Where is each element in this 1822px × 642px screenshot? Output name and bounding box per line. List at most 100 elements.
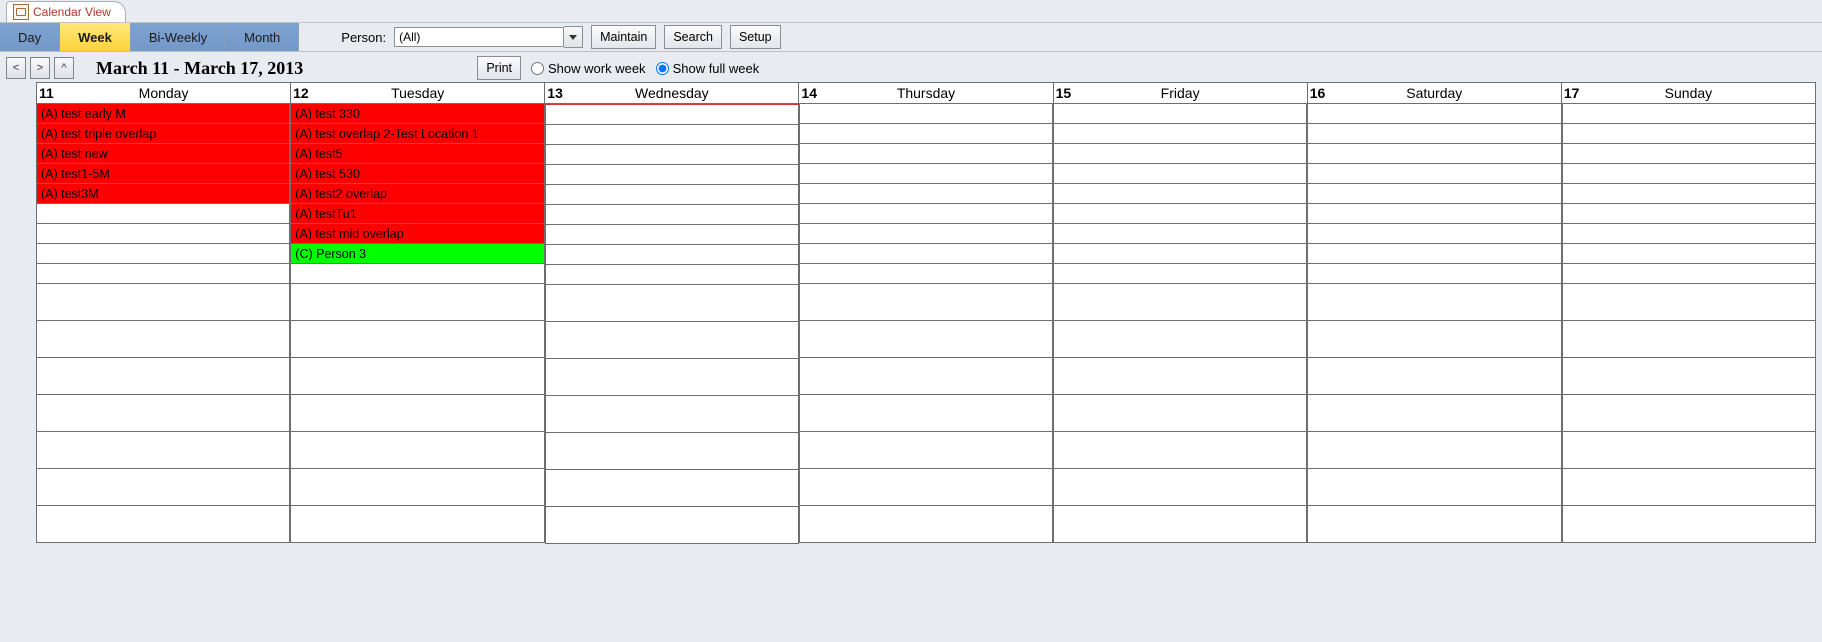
up-button[interactable]: ^ <box>54 57 74 79</box>
calendar-cell[interactable] <box>36 204 290 224</box>
view-month-button[interactable]: Month <box>226 23 299 51</box>
event-item[interactable]: (A) test3M <box>36 184 290 204</box>
calendar-cell[interactable] <box>545 205 799 225</box>
event-item[interactable]: (A) test 330 <box>290 104 544 124</box>
event-item[interactable]: (A) test overlap 2-Test Location 1 <box>290 124 544 144</box>
calendar-cell[interactable] <box>1562 506 1816 543</box>
calendar-cell[interactable] <box>36 469 290 506</box>
calendar-cell[interactable] <box>1562 395 1816 432</box>
calendar-cell[interactable] <box>545 507 799 544</box>
calendar-cell[interactable] <box>545 433 799 470</box>
calendar-cell[interactable] <box>545 125 799 145</box>
radio-full-week[interactable]: Show full week <box>656 61 760 76</box>
person-select-dropdown-button[interactable] <box>564 26 583 48</box>
calendar-cell[interactable] <box>545 396 799 433</box>
calendar-cell[interactable] <box>1053 224 1307 244</box>
tab-calendar-view[interactable]: Calendar View <box>6 1 126 22</box>
view-week-button[interactable]: Week <box>60 23 131 51</box>
calendar-cell[interactable] <box>1307 204 1561 224</box>
calendar-cell[interactable] <box>1307 506 1561 543</box>
next-button[interactable]: > <box>30 57 50 79</box>
setup-button[interactable]: Setup <box>730 25 781 49</box>
calendar-cell[interactable] <box>1562 284 1816 321</box>
calendar-cell[interactable] <box>36 321 290 358</box>
calendar-cell[interactable] <box>1053 104 1307 124</box>
calendar-cell[interactable] <box>290 321 544 358</box>
calendar-cell[interactable] <box>1562 321 1816 358</box>
day-header-friday[interactable]: 15Friday <box>1054 83 1308 103</box>
day-header-thursday[interactable]: 14Thursday <box>799 83 1053 103</box>
calendar-cell[interactable] <box>1053 264 1307 284</box>
calendar-cell[interactable] <box>1562 469 1816 506</box>
radio-work-week[interactable]: Show work week <box>531 61 646 76</box>
event-item[interactable]: (A) test early M <box>36 104 290 124</box>
day-header-sunday[interactable]: 17Sunday <box>1562 83 1815 103</box>
calendar-cell[interactable] <box>1053 321 1307 358</box>
calendar-cell[interactable] <box>1307 432 1561 469</box>
calendar-cell[interactable] <box>1053 164 1307 184</box>
calendar-cell[interactable] <box>799 124 1053 144</box>
calendar-cell[interactable] <box>1562 184 1816 204</box>
calendar-cell[interactable] <box>1053 244 1307 264</box>
calendar-cell[interactable] <box>290 506 544 543</box>
calendar-cell[interactable] <box>545 359 799 396</box>
calendar-cell[interactable] <box>1053 506 1307 543</box>
calendar-cell[interactable] <box>1307 224 1561 244</box>
calendar-cell[interactable] <box>1307 124 1561 144</box>
calendar-cell[interactable] <box>799 264 1053 284</box>
calendar-cell[interactable] <box>545 285 799 322</box>
calendar-cell[interactable] <box>799 395 1053 432</box>
prev-button[interactable]: < <box>6 57 26 79</box>
calendar-cell[interactable] <box>799 224 1053 244</box>
calendar-cell[interactable] <box>1307 395 1561 432</box>
calendar-cell[interactable] <box>1562 204 1816 224</box>
calendar-cell[interactable] <box>1562 358 1816 395</box>
print-button[interactable]: Print <box>477 56 521 80</box>
calendar-cell[interactable] <box>1053 284 1307 321</box>
day-header-monday[interactable]: 11Monday <box>37 83 291 103</box>
event-item[interactable]: (A) test1-5M <box>36 164 290 184</box>
calendar-cell[interactable] <box>36 244 290 264</box>
calendar-cell[interactable] <box>1307 321 1561 358</box>
calendar-cell[interactable] <box>36 264 290 284</box>
calendar-cell[interactable] <box>799 184 1053 204</box>
calendar-cell[interactable] <box>1562 104 1816 124</box>
radio-work-week-input[interactable] <box>531 62 544 75</box>
event-item[interactable]: (A) test2 overlap <box>290 184 544 204</box>
calendar-cell[interactable] <box>799 506 1053 543</box>
calendar-cell[interactable] <box>36 395 290 432</box>
calendar-cell[interactable] <box>1053 358 1307 395</box>
calendar-cell[interactable] <box>799 321 1053 358</box>
calendar-cell[interactable] <box>545 245 799 265</box>
calendar-cell[interactable] <box>1053 144 1307 164</box>
calendar-cell[interactable] <box>290 358 544 395</box>
calendar-cell[interactable] <box>1562 144 1816 164</box>
calendar-cell[interactable] <box>1562 124 1816 144</box>
calendar-cell[interactable] <box>1053 395 1307 432</box>
event-item[interactable]: (A) test mid overlap <box>290 224 544 244</box>
calendar-cell[interactable] <box>1307 184 1561 204</box>
day-header-saturday[interactable]: 16Saturday <box>1308 83 1562 103</box>
calendar-cell[interactable] <box>799 244 1053 264</box>
event-item[interactable]: (A) test triple overlap <box>36 124 290 144</box>
maintain-button[interactable]: Maintain <box>591 25 656 49</box>
view-biweekly-button[interactable]: Bi-Weekly <box>131 23 226 51</box>
calendar-cell[interactable] <box>545 145 799 165</box>
event-item[interactable]: (A) testTu1 <box>290 204 544 224</box>
calendar-cell[interactable] <box>799 204 1053 224</box>
calendar-cell[interactable] <box>799 284 1053 321</box>
calendar-cell[interactable] <box>1562 164 1816 184</box>
event-item[interactable]: (A) test5 <box>290 144 544 164</box>
calendar-cell[interactable] <box>545 265 799 285</box>
view-day-button[interactable]: Day <box>0 23 60 51</box>
calendar-cell[interactable] <box>545 470 799 507</box>
day-header-tuesday[interactable]: 12Tuesday <box>291 83 545 103</box>
calendar-cell[interactable] <box>1307 104 1561 124</box>
calendar-cell[interactable] <box>290 432 544 469</box>
calendar-cell[interactable] <box>290 395 544 432</box>
calendar-cell[interactable] <box>545 225 799 245</box>
calendar-cell[interactable] <box>1307 264 1561 284</box>
calendar-cell[interactable] <box>1562 264 1816 284</box>
calendar-cell[interactable] <box>290 469 544 506</box>
calendar-cell[interactable] <box>36 506 290 543</box>
